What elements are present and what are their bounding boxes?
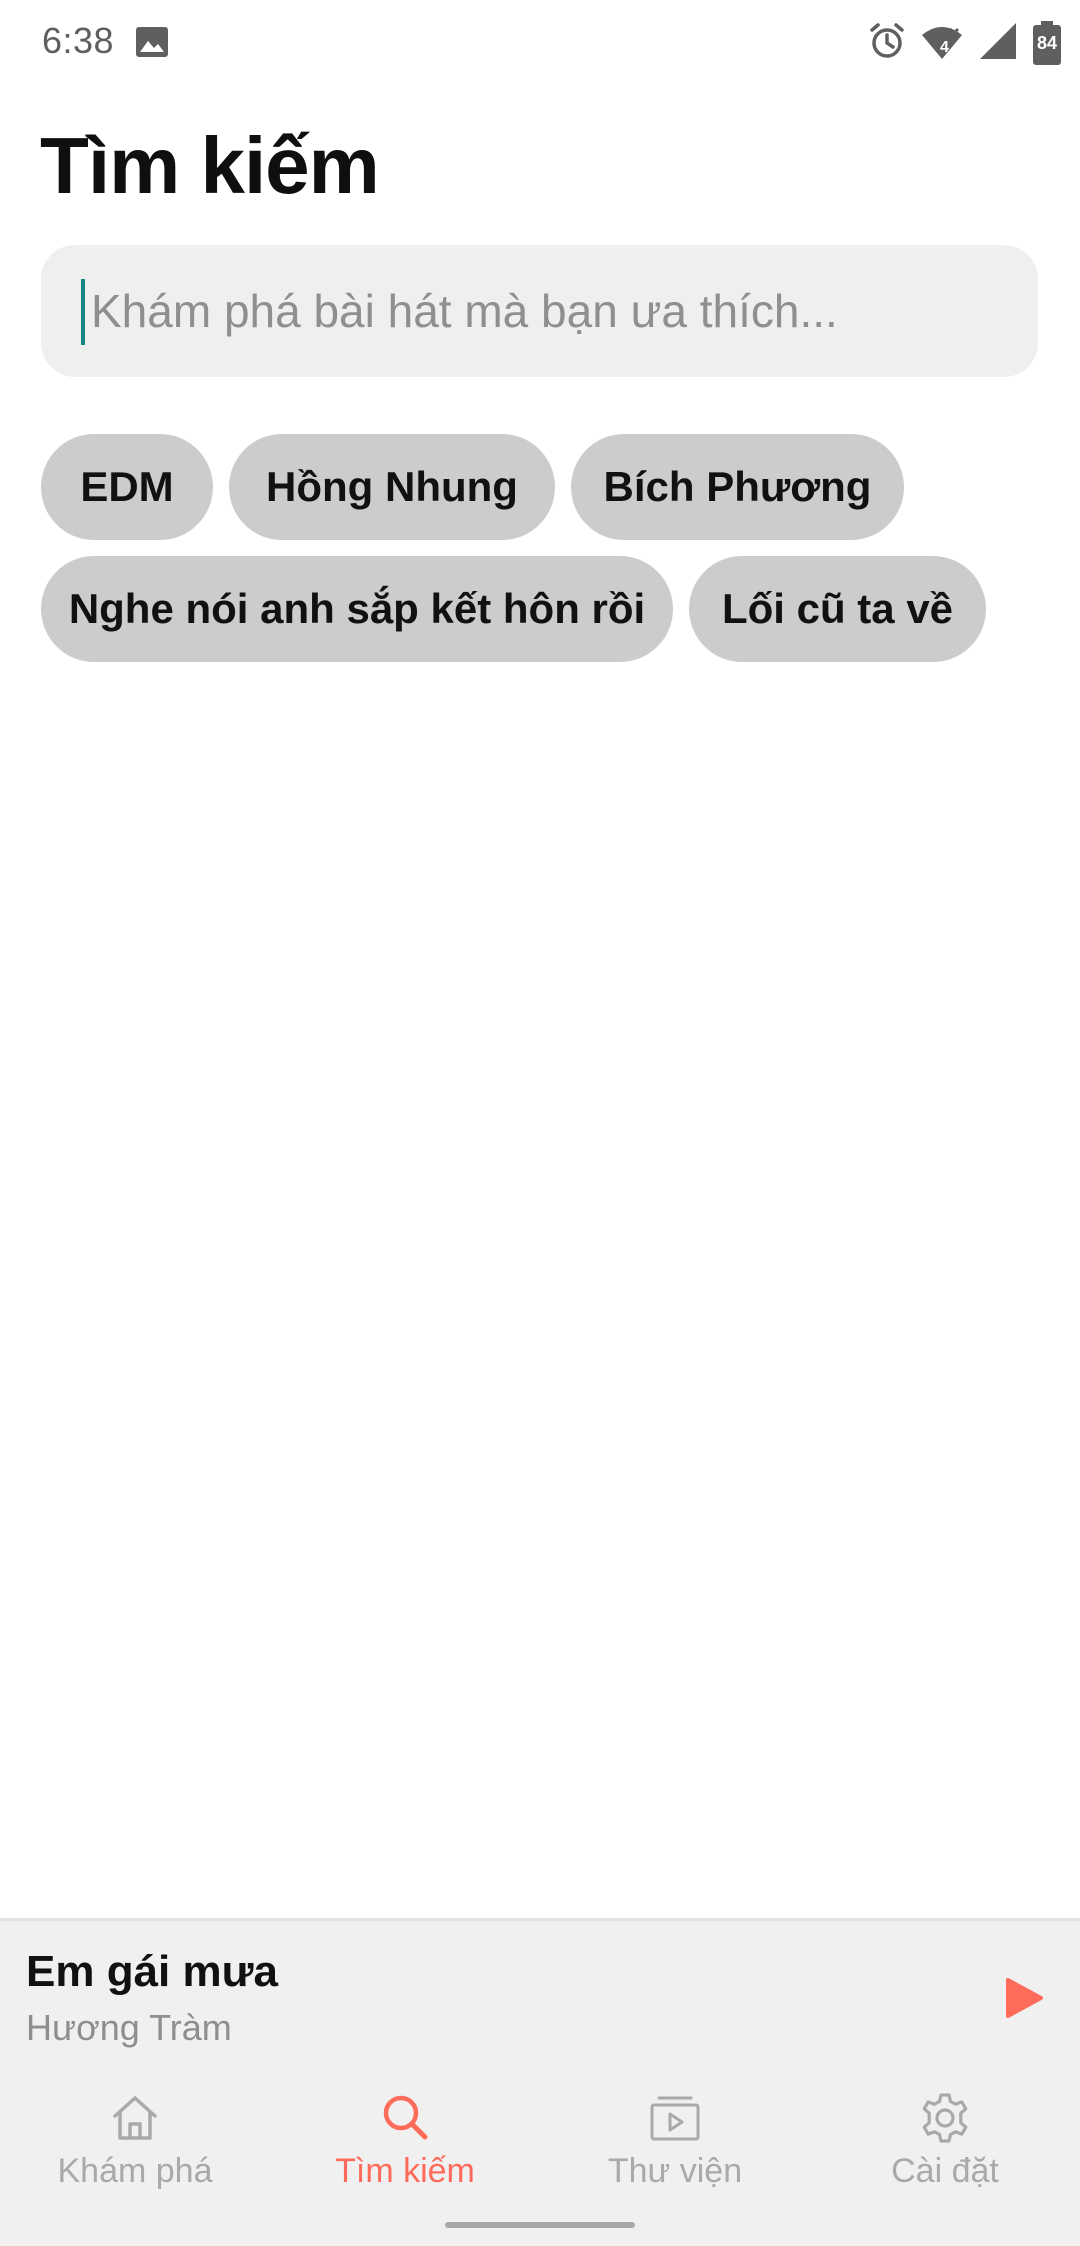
gear-icon <box>917 2090 973 2146</box>
mini-player[interactable]: Em gái mưa Hương Tràm <box>0 1918 1080 2065</box>
suggestion-chip[interactable]: Nghe nói anh sắp kết hôn rồi <box>41 556 673 662</box>
search-input[interactable] <box>87 245 1011 377</box>
nav-label: Khám phá <box>57 2152 213 2190</box>
suggestion-chip[interactable]: Lối cũ ta về <box>689 556 986 662</box>
bottom-nav: Khám phá Tìm kiếm Thư viện Cài đặt <box>0 2062 1080 2246</box>
status-icons: 4 84 <box>868 18 1062 68</box>
nav-item-kham-pha[interactable]: Khám phá <box>0 2090 270 2210</box>
suggestion-chip[interactable]: Bích Phương <box>571 434 904 540</box>
home-icon <box>107 2090 163 2146</box>
nav-label: Thư viện <box>607 2152 743 2190</box>
photo-icon <box>136 27 168 62</box>
search-box[interactable] <box>41 245 1038 377</box>
suggestion-chip[interactable]: Hồng Nhung <box>229 434 555 540</box>
nav-item-cai-dat[interactable]: Cài đặt <box>810 2090 1080 2210</box>
nav-item-thu-vien[interactable]: Thư viện <box>540 2090 810 2210</box>
page-title: Tìm kiếm <box>40 121 380 210</box>
home-indicator[interactable] <box>445 2222 635 2228</box>
nav-label: Cài đặt <box>891 2152 999 2190</box>
wifi-icon: 4 <box>920 21 964 65</box>
player-artist: Hương Tràm <box>26 2007 232 2048</box>
search-icon <box>377 2090 433 2146</box>
library-icon <box>647 2090 703 2146</box>
battery-icon: 84 <box>1032 21 1062 65</box>
play-icon[interactable] <box>1004 1977 1044 2024</box>
text-caret <box>81 279 85 345</box>
signal-icon <box>978 21 1018 66</box>
nav-label: Tìm kiếm <box>335 2152 475 2190</box>
network-badge: 4 <box>940 39 949 56</box>
status-bar: 6:38 4 84 <box>0 0 1080 86</box>
nav-item-tim-kiem[interactable]: Tìm kiếm <box>270 2090 540 2210</box>
player-song-title: Em gái mưa <box>26 1947 278 1996</box>
battery-level: 84 <box>1036 33 1058 53</box>
status-time: 6:38 <box>42 20 115 61</box>
suggestion-chip[interactable]: EDM <box>41 434 213 540</box>
alarm-icon <box>868 22 906 65</box>
